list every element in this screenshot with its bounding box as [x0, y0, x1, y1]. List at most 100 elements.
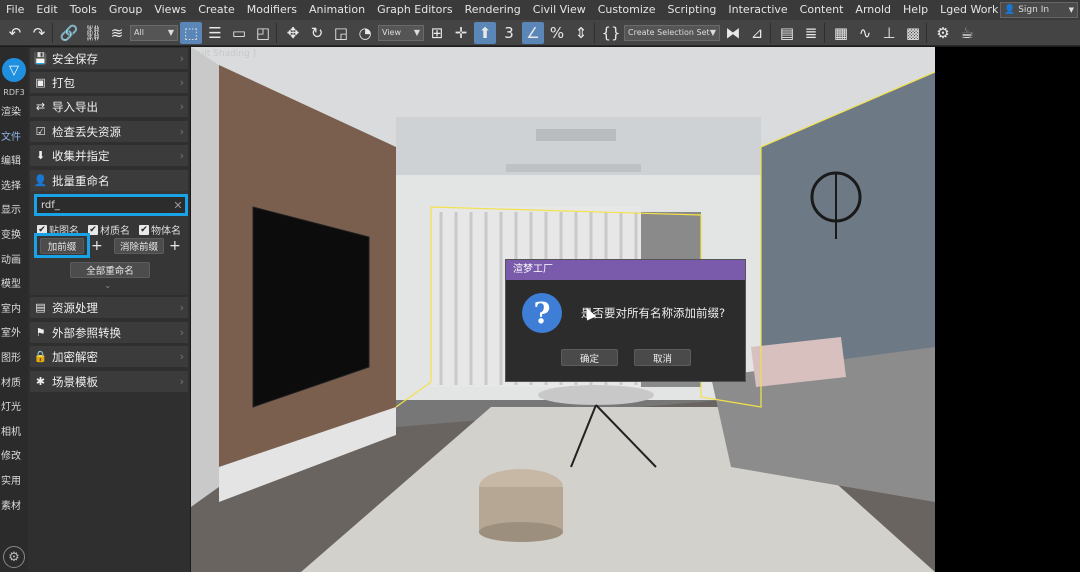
- unlink-icon[interactable]: ⛓: [82, 22, 104, 44]
- section-check-missing[interactable]: ☑ 检查丢失资源 ›: [30, 121, 188, 142]
- collapse-chevron-icon[interactable]: ⌄: [104, 281, 112, 291]
- settings-gear-icon[interactable]: ⚙: [3, 546, 25, 568]
- window-crossing-icon[interactable]: ◰: [252, 22, 274, 44]
- menu-animation[interactable]: Animation: [303, 0, 371, 20]
- select-object-icon[interactable]: ⬚: [180, 21, 202, 44]
- tab-modify[interactable]: 修改: [0, 445, 28, 470]
- chevron-right-icon: ›: [179, 52, 184, 65]
- section-scene-template[interactable]: ✱ 场景模板 ›: [30, 371, 188, 392]
- add-prefix-plus-icon[interactable]: +: [91, 239, 103, 253]
- viewport-shading-label[interactable]: ault Shading ]: [193, 49, 256, 59]
- dialog-title[interactable]: 渲梦工厂: [506, 260, 745, 280]
- bind-space-warp-icon[interactable]: ≋: [106, 22, 128, 44]
- check-object-name[interactable]: ✔ 物体名: [139, 222, 181, 237]
- menu-modifiers[interactable]: Modifiers: [241, 0, 303, 20]
- tab-animation[interactable]: 动画: [0, 249, 28, 274]
- remove-prefix-plus-icon[interactable]: +: [169, 239, 181, 253]
- render-setup-icon[interactable]: ⚙: [932, 22, 954, 44]
- place-icon[interactable]: ◔: [354, 22, 376, 44]
- rotate-icon[interactable]: ↻: [306, 22, 328, 44]
- link-icon[interactable]: 🔗: [58, 22, 80, 44]
- check-material-name[interactable]: ✔ 材质名: [88, 222, 130, 237]
- section-encrypt-decrypt[interactable]: 🔒 加密解密 ›: [30, 346, 188, 367]
- cancel-button[interactable]: 取消: [634, 349, 691, 366]
- ceiling-vent: [506, 164, 641, 172]
- menu-graph-editors[interactable]: Graph Editors: [371, 0, 459, 20]
- tab-assets[interactable]: 素材: [0, 495, 28, 520]
- material-editor-icon[interactable]: ▩: [902, 22, 924, 44]
- tab-materials[interactable]: 材质: [0, 372, 28, 397]
- percent-snap-icon[interactable]: %: [546, 22, 568, 44]
- lock-icon: 🔒: [33, 350, 48, 363]
- menu-interactive[interactable]: Interactive: [722, 0, 793, 20]
- selection-filter-dropdown[interactable]: All ▼: [130, 24, 178, 41]
- tab-transform[interactable]: 变换: [0, 224, 28, 249]
- tab-display[interactable]: 显示: [0, 199, 28, 224]
- menu-group[interactable]: Group: [103, 0, 149, 20]
- menu-create[interactable]: Create: [192, 0, 241, 20]
- tab-model[interactable]: 模型: [0, 273, 28, 298]
- named-selection-set-dropdown[interactable]: Create Selection Set ▼: [624, 24, 720, 41]
- render-frame-icon[interactable]: ☕: [956, 22, 978, 44]
- section-collect-assign[interactable]: ⬇ 收集并指定 ›: [30, 145, 188, 166]
- section-import-export[interactable]: ⇄ 导入导出 ›: [30, 96, 188, 117]
- menu-content[interactable]: Content: [794, 0, 850, 20]
- menu-lged-work[interactable]: Lged Work: [934, 0, 1004, 20]
- snaps-toggle-icon[interactable]: 3: [498, 22, 520, 44]
- ribbon-toggle-icon[interactable]: ▦: [830, 22, 852, 44]
- edit-named-selection-icon[interactable]: {}: [600, 22, 622, 44]
- scale-icon[interactable]: ◲: [330, 22, 352, 44]
- keyboard-shortcut-override-icon[interactable]: ⬆: [474, 21, 496, 44]
- menu-arnold[interactable]: Arnold: [849, 0, 897, 20]
- clear-icon[interactable]: ✕: [171, 199, 185, 212]
- tab-shapes[interactable]: 图形: [0, 347, 28, 372]
- align-icon[interactable]: ⊿: [746, 22, 768, 44]
- pivot-center-icon[interactable]: ⊞: [426, 22, 448, 44]
- curve-editor-icon[interactable]: ∿: [854, 22, 876, 44]
- menu-views[interactable]: Views: [148, 0, 192, 20]
- menu-file[interactable]: File: [0, 0, 30, 20]
- reference-coordinate-dropdown[interactable]: View ▼: [378, 24, 424, 41]
- undo-icon[interactable]: ↶: [4, 22, 26, 44]
- section-package[interactable]: ▣ 打包 ›: [30, 72, 188, 93]
- tab-render[interactable]: 渲染: [0, 101, 28, 126]
- section-xref-convert[interactable]: ⚑ 外部参照转换 ›: [30, 322, 188, 343]
- prefix-input[interactable]: [37, 199, 171, 211]
- select-manipulate-icon[interactable]: ✛: [450, 22, 472, 44]
- add-prefix-button[interactable]: 加前缀: [40, 238, 84, 254]
- section-safe-save[interactable]: 💾 安全保存 ›: [30, 48, 188, 69]
- rectangular-selection-icon[interactable]: ▭: [228, 22, 250, 44]
- toolbar-divider: [276, 22, 280, 43]
- remove-prefix-button[interactable]: 消除前缀: [114, 238, 164, 254]
- menu-civil-view[interactable]: Civil View: [527, 0, 592, 20]
- tab-utilities[interactable]: 实用: [0, 470, 28, 495]
- section-resource-processing[interactable]: ▤ 资源处理 ›: [30, 297, 188, 318]
- spinner-snap-icon[interactable]: ⇕: [570, 22, 592, 44]
- tab-lights[interactable]: 灯光: [0, 396, 28, 421]
- tab-edit[interactable]: 编辑: [0, 150, 28, 175]
- move-icon[interactable]: ✥: [282, 22, 304, 44]
- section-batch-rename[interactable]: 👤 批量重命名: [30, 170, 188, 191]
- menu-help[interactable]: Help: [897, 0, 934, 20]
- schematic-view-icon[interactable]: ⊥: [878, 22, 900, 44]
- menu-edit[interactable]: Edit: [30, 0, 63, 20]
- tab-interior[interactable]: 室内: [0, 298, 28, 323]
- menu-scripting[interactable]: Scripting: [661, 0, 722, 20]
- mirror-icon[interactable]: ⧓: [722, 22, 744, 44]
- redo-icon[interactable]: ↷: [28, 22, 50, 44]
- scene-explorer-icon[interactable]: ▤: [776, 22, 798, 44]
- layer-explorer-icon[interactable]: ≣: [800, 22, 822, 44]
- select-by-name-icon[interactable]: ☰: [204, 22, 226, 44]
- rename-all-button[interactable]: 全部重命名: [70, 262, 150, 278]
- tab-cameras[interactable]: 相机: [0, 421, 28, 446]
- menu-tools[interactable]: Tools: [64, 0, 103, 20]
- tab-file[interactable]: 文件: [0, 126, 28, 151]
- tab-select[interactable]: 选择: [0, 175, 28, 200]
- menu-rendering[interactable]: Rendering: [459, 0, 527, 20]
- main-toolbar: ↶ ↷ 🔗 ⛓ ≋ All ▼ ⬚ ☰ ▭ ◰ ✥ ↻ ◲ ◔ View ▼ ⊞…: [0, 20, 1080, 46]
- menu-customize[interactable]: Customize: [592, 0, 662, 20]
- angle-snap-icon[interactable]: ∠: [522, 21, 544, 44]
- sign-in-dropdown[interactable]: 👤 Sign In ▼: [1000, 2, 1078, 18]
- tab-exterior[interactable]: 室外: [0, 322, 28, 347]
- ok-button[interactable]: 确定: [561, 349, 618, 366]
